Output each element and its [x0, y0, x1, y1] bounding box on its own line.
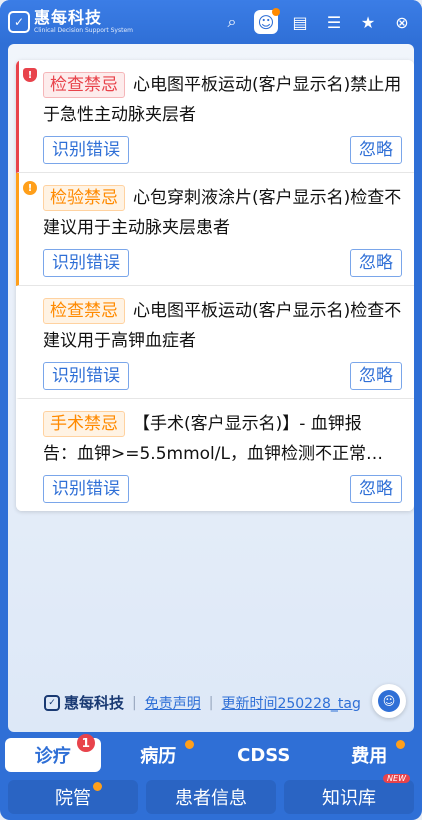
logo-icon: ✓	[8, 11, 30, 33]
cdss-window: ✓ 惠每科技 Clinical Decision Support System …	[0, 0, 422, 820]
report-error-button[interactable]: 识别错误	[43, 475, 129, 503]
alert-card: ! 检验禁忌 心包穿刺液涂片(客户显示名)检查不建议用于主动脉夹层患者 识别错误 …	[16, 173, 414, 286]
danger-icon: !	[23, 68, 37, 82]
tab-label: 院管	[55, 788, 91, 809]
alert-card: 检查禁忌 心电图平板运动(客户显示名)检查不建议用于高钾血症者 识别错误 忽略	[16, 286, 414, 399]
ignore-button[interactable]: 忽略	[350, 136, 402, 164]
warning-icon: !	[23, 181, 37, 195]
tab-label: CDSS	[237, 744, 291, 766]
tab-patient-info[interactable]: 患者信息	[146, 780, 276, 814]
tab-label: 患者信息	[175, 788, 247, 809]
alert-tag: 手术禁忌	[43, 411, 125, 437]
ignore-button[interactable]: 忽略	[350, 249, 402, 277]
tab-medical-record[interactable]: 病历	[110, 738, 206, 772]
main-panel: ! 检查禁忌 心电图平板运动(客户显示名)禁止用于急性主动脉夹层者 识别错误 忽略…	[8, 44, 414, 732]
tab-knowledge-base[interactable]: 知识库 NEW	[284, 774, 414, 814]
tab-label: 病历	[140, 746, 177, 767]
tab-cdss[interactable]: CDSS	[216, 738, 312, 772]
tab-fees[interactable]: 费用	[321, 738, 417, 772]
app-subtitle: Clinical Decision Support System	[34, 27, 133, 34]
tab-diagnosis[interactable]: 诊疗 1	[4, 734, 101, 772]
search-icon[interactable]: ⌕	[220, 10, 244, 34]
app-name: 惠每科技	[34, 8, 103, 27]
close-icon[interactable]: ⊗	[390, 10, 414, 34]
logo-icon: ✓	[44, 694, 60, 711]
alert-list: ! 检查禁忌 心电图平板运动(客户显示名)禁止用于急性主动脉夹层者 识别错误 忽略…	[16, 60, 414, 511]
tab-label: 知识库	[322, 788, 376, 809]
tab-hospital-mgmt[interactable]: 院管	[8, 780, 138, 814]
disclaimer-link[interactable]: 免责声明	[145, 693, 201, 713]
title-bar: ✓ 惠每科技 Clinical Decision Support System …	[0, 0, 422, 44]
tab-bar-primary: 诊疗 1 病历 CDSS 费用	[0, 734, 422, 774]
alert-card: 手术禁忌 【手术(客户显示名)】- 血钾报 告：血钾>=5.5mmol/L，血钾检…	[16, 399, 414, 511]
tab-bar-secondary: 院管 患者信息 知识库 NEW	[0, 774, 422, 816]
assistant-icon: ☺	[378, 690, 400, 712]
footer-logo: ✓ 惠每科技	[44, 692, 124, 713]
count-badge: 1	[76, 734, 95, 752]
alert-card: ! 检查禁忌 心电图平板运动(客户显示名)禁止用于急性主动脉夹层者 识别错误 忽略	[16, 60, 414, 173]
alert-text-line2: 告：血钾>=5.5mmol/L，血钾检测不正常…	[43, 444, 383, 464]
report-error-button[interactable]: 识别错误	[43, 362, 129, 390]
report-error-button[interactable]: 识别错误	[43, 249, 129, 277]
alert-tag: 检验禁忌	[43, 185, 125, 211]
tab-label: 诊疗	[34, 746, 71, 767]
notification-dot	[185, 740, 195, 749]
alert-tag: 检查禁忌	[43, 298, 125, 324]
alert-text-line1: 【手术(客户显示名)】- 血钾报	[133, 414, 362, 434]
brand-logo: ✓ 惠每科技 Clinical Decision Support System	[8, 10, 133, 34]
report-error-button[interactable]: 识别错误	[43, 136, 129, 164]
form-icon[interactable]: ☰	[322, 10, 346, 34]
document-icon[interactable]: ▤	[288, 10, 312, 34]
notification-dot	[272, 8, 280, 16]
notification-dot	[396, 740, 406, 749]
cdss-bot-icon[interactable]: ☺	[254, 8, 280, 34]
assistant-button[interactable]: ☺	[372, 684, 406, 718]
notification-dot	[93, 782, 102, 791]
footer-bar: ✓ 惠每科技 | 免责声明 | 更新时间250228_tag	[44, 692, 361, 713]
star-icon[interactable]: ★	[356, 10, 380, 34]
divider: |	[208, 694, 214, 711]
ignore-button[interactable]: 忽略	[350, 362, 402, 390]
new-badge: NEW	[383, 774, 410, 783]
divider: |	[132, 694, 137, 711]
tab-label: 费用	[351, 746, 388, 767]
alert-tag: 检查禁忌	[43, 72, 125, 98]
footer-logo-text: 惠每科技	[64, 694, 125, 712]
ignore-button[interactable]: 忽略	[350, 475, 402, 503]
update-time-link[interactable]: 更新时间250228_tag	[221, 693, 360, 713]
